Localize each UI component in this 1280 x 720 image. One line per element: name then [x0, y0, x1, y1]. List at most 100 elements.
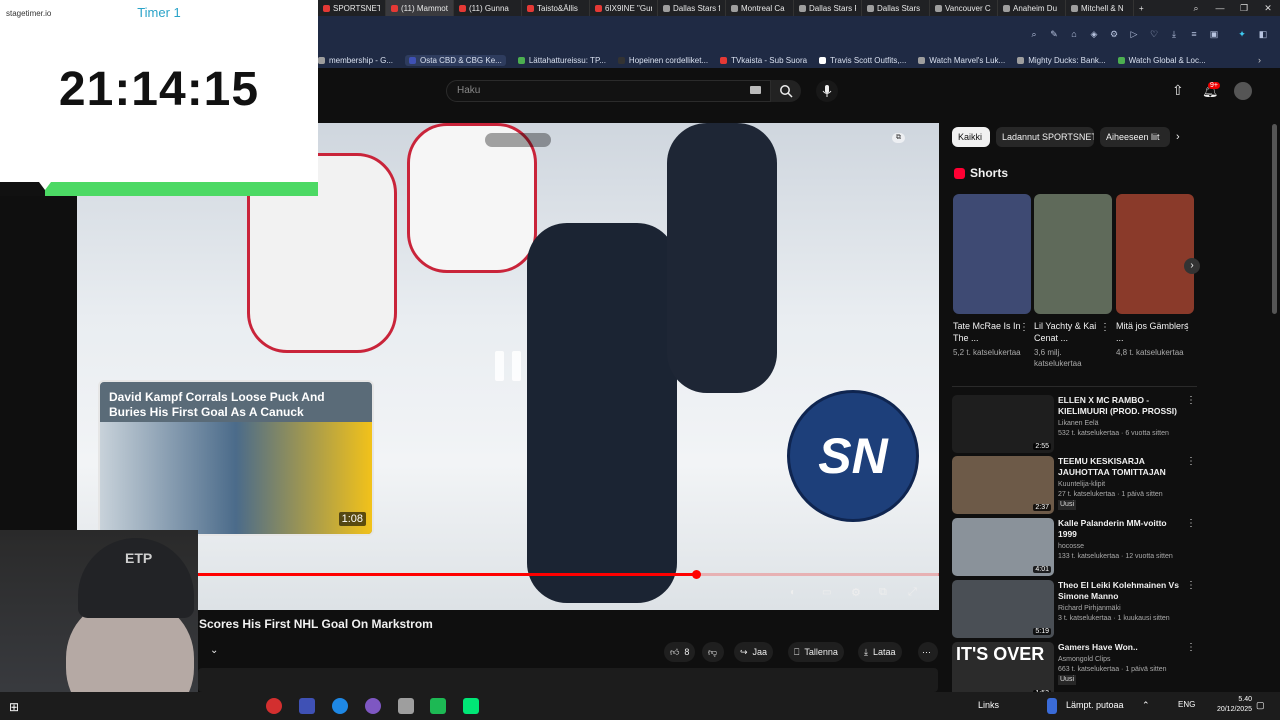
notification-center-icon[interactable]: ▢ [1256, 700, 1265, 711]
browser-tab[interactable]: (11) Gunna [454, 0, 522, 16]
more-actions-button[interactable]: ⋯ [918, 642, 938, 662]
bookmark-item[interactable]: Lättahattureissu: TP... [517, 56, 606, 65]
browser-tab[interactable]: Dallas Stars f [658, 0, 726, 16]
related-video-thumbnail[interactable]: 2:55 [952, 395, 1054, 453]
related-video-channel[interactable]: Likanen Eelä [1058, 419, 1183, 429]
related-video-title[interactable]: Gamers Have Won.. [1058, 642, 1183, 653]
voice-search-button[interactable] [816, 80, 838, 102]
bookmark-item[interactable]: Hopeinen cordelliket... [617, 56, 708, 65]
menu-icon[interactable]: ≡ [1188, 28, 1200, 40]
end-screen-preview-card[interactable]: David Kampf Corrals Loose Puck And Burie… [98, 380, 374, 536]
related-video-channel[interactable]: Asmongold Clips [1058, 655, 1183, 665]
language-indicator[interactable]: ENG [1178, 700, 1195, 709]
stream-app-icon[interactable] [463, 698, 479, 714]
app-icon[interactable] [299, 698, 315, 714]
filter-chip[interactable]: Aiheeseen liit [1100, 127, 1170, 147]
play-icon[interactable]: ▷ [1128, 28, 1140, 40]
related-video-title[interactable]: ELLEN X MC RAMBO - KIELIMUURI (PROD. PRO… [1058, 395, 1183, 417]
settings-gear-icon[interactable]: ⚙ [851, 586, 861, 599]
keyboard-icon[interactable] [750, 86, 761, 94]
fullscreen-icon[interactable]: ⤢ [908, 586, 917, 599]
bookmark-item[interactable]: membership - G... [318, 56, 393, 65]
home-icon[interactable]: ⌂ [1068, 28, 1080, 40]
browser-tab[interactable]: Montreal Ca [726, 0, 794, 16]
weather-text[interactable]: Lämpt. putoaa [1066, 700, 1124, 710]
related-video-channel[interactable]: Richard Pirhjanmäki [1058, 604, 1183, 614]
bookmark-item[interactable]: Watch Global & Loc... [1117, 56, 1206, 65]
pip-badge[interactable]: ⧉ [892, 133, 905, 143]
short-menu-icon[interactable]: ⋮ [1100, 322, 1110, 333]
heart-icon[interactable]: ♡ [1148, 28, 1160, 40]
app-icon[interactable] [398, 698, 414, 714]
download-icon[interactable]: ⤓ [1168, 28, 1180, 40]
save-button[interactable]: ⎕ Tallenna [788, 642, 844, 662]
browser-tab[interactable]: (11) Mammoth's... [386, 0, 454, 16]
clock-time[interactable]: 5.40 [1216, 696, 1252, 703]
filter-chip[interactable]: Kaikki [952, 127, 990, 147]
related-video-channel[interactable]: hocosse [1058, 542, 1183, 552]
related-video-menu-icon[interactable]: ⋮ [1186, 395, 1196, 406]
short-thumbnail[interactable] [1034, 194, 1112, 314]
edit-icon[interactable]: ✎ [1048, 28, 1060, 40]
bookmark-item[interactable]: Osta CBD & CBG Ke... [405, 54, 506, 66]
like-button[interactable]: 👍︎ 8 [664, 642, 696, 662]
bookmark-item[interactable]: Watch Marvel's Luk... [918, 56, 1005, 65]
bookmark-item[interactable]: Mighty Ducks: Bank... [1017, 56, 1106, 65]
browser-tab[interactable]: Taisto&Ällis [522, 0, 590, 16]
tray-chevron-icon[interactable]: ⌃ [1142, 700, 1150, 711]
search-page-icon[interactable]: ⌕ [1028, 28, 1040, 40]
extension-icon[interactable]: ✦ [1236, 28, 1248, 40]
short-menu-icon[interactable]: ⋮ [1182, 322, 1192, 333]
short-title[interactable]: Lil Yachty & Kai Cenat ... [1034, 320, 1108, 344]
browser-tab[interactable]: Anaheim Du [998, 0, 1066, 16]
short-menu-icon[interactable]: ⋮ [1019, 322, 1029, 333]
chips-next-icon[interactable]: › [1176, 131, 1180, 143]
related-video-thumbnail[interactable]: 2:37 [952, 456, 1054, 514]
close-icon[interactable]: ✕ [1257, 0, 1279, 16]
search-tabs-icon[interactable]: ⌕ [1185, 0, 1207, 16]
restore-icon[interactable]: ❐ [1233, 0, 1255, 16]
links-label[interactable]: Links [978, 700, 999, 710]
related-video-title[interactable]: TEEMU KESKISARJA JAUHOTTAA TOMITTAJAN [1058, 456, 1183, 478]
browser-tab[interactable]: Vancouver C [930, 0, 998, 16]
related-video-menu-icon[interactable]: ⋮ [1186, 456, 1196, 467]
new-tab-button[interactable]: + [1134, 0, 1154, 16]
browser-tab[interactable]: SPORTSNET [318, 0, 386, 16]
miniplayer-icon[interactable]: ⧉ [879, 586, 887, 599]
browser-tab[interactable]: Dallas Stars F [794, 0, 862, 16]
share-button[interactable]: ↪ Jaa [734, 642, 774, 662]
shield-icon[interactable]: ◈ [1088, 28, 1100, 40]
settings-icon[interactable]: ⚙ [1108, 28, 1120, 40]
browser-tab[interactable]: Dallas Stars [862, 0, 930, 16]
short-title[interactable]: Mitä jos Gämblers ... [1116, 320, 1190, 344]
wallet-icon[interactable]: ▣ [1208, 28, 1220, 40]
progress-scrubber[interactable] [692, 570, 701, 579]
video-progress-bar[interactable] [192, 570, 938, 579]
avatar[interactable] [1234, 82, 1252, 100]
description-box[interactable] [198, 668, 938, 692]
search-input[interactable]: Haku [446, 80, 771, 102]
bookmark-item[interactable]: TVkaista - Sub Suora [720, 56, 807, 65]
short-title[interactable]: Tate McRae Is In The ... [953, 320, 1027, 344]
related-video-title[interactable]: Kalle Palanderin MM-voitto 1999 [1058, 518, 1183, 540]
filter-chip[interactable]: Ladannut SPORTSNET [996, 127, 1094, 147]
opera-app-icon[interactable] [266, 698, 282, 714]
related-video-menu-icon[interactable]: ⋮ [1186, 580, 1196, 591]
minimize-icon[interactable]: — [1209, 0, 1231, 16]
bookmark-item[interactable]: Travis Scott Outfits,... [819, 56, 906, 65]
autoplay-toggle[interactable]: ◐ [790, 587, 796, 598]
browser-tab[interactable]: 6IX9INE "Gum [590, 0, 658, 16]
upload-icon[interactable]: ⇧ [1172, 82, 1184, 99]
bookmarks-overflow-icon[interactable]: › [1258, 55, 1261, 65]
short-thumbnail[interactable] [1116, 194, 1194, 314]
discord-app-icon[interactable] [365, 698, 381, 714]
subtitles-icon[interactable]: ▭ [822, 587, 831, 598]
chevron-down-icon[interactable]: ⌄ [210, 645, 218, 656]
related-video-thumbnail[interactable]: 5:19 [952, 580, 1054, 638]
dislike-button[interactable]: 👎︎ [702, 642, 724, 662]
scrollbar[interactable] [1272, 124, 1277, 314]
related-video-thumbnail[interactable]: 4:01 [952, 518, 1054, 576]
search-button[interactable] [771, 80, 801, 102]
short-thumbnail[interactable] [953, 194, 1031, 314]
player-overlay-controls[interactable] [485, 133, 551, 147]
